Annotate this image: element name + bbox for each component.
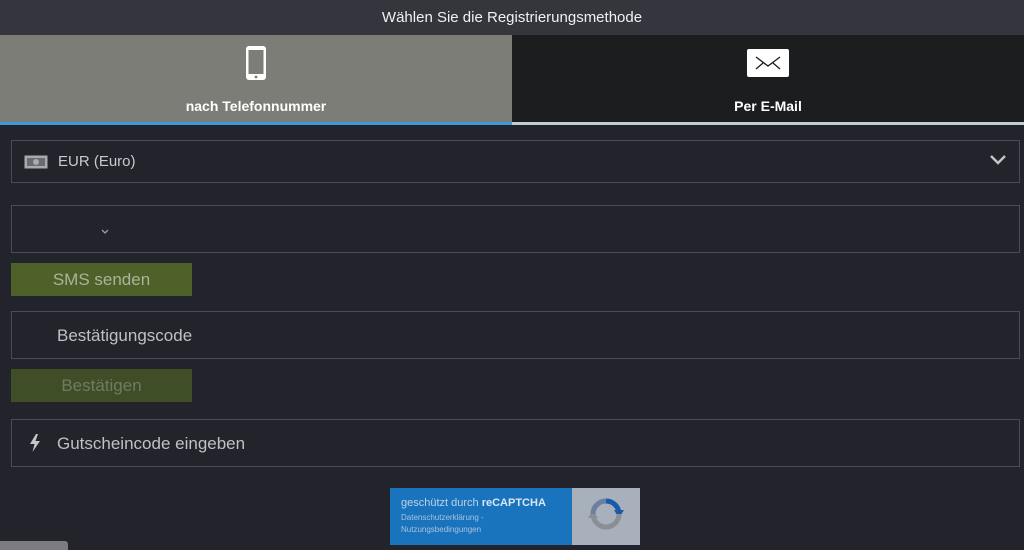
lightning-bolt-icon xyxy=(29,434,41,457)
status-chip xyxy=(0,541,68,550)
country-code-chevron-icon[interactable] xyxy=(100,223,110,241)
recaptcha-terms-link[interactable]: Nutzungsbedingungen xyxy=(401,525,481,534)
coupon-code-field xyxy=(11,419,1020,467)
recaptcha-prefix: geschützt durch xyxy=(401,497,479,509)
tab-email[interactable]: Per E-Mail xyxy=(512,35,1024,125)
recaptcha-link-separator: - xyxy=(478,513,484,522)
phone-number-field xyxy=(11,205,1020,253)
recaptcha-brand: reCAPTCHA xyxy=(481,497,546,509)
send-sms-button[interactable]: SMS senden xyxy=(11,263,192,296)
currency-value: EUR (Euro) xyxy=(58,153,136,170)
verification-code-field xyxy=(11,311,1020,359)
recaptcha-logo-icon xyxy=(588,496,624,537)
currency-select[interactable]: EUR (Euro) xyxy=(11,140,1020,183)
verification-code-input[interactable] xyxy=(57,321,1009,351)
tab-phone-number[interactable]: nach Telefonnummer xyxy=(0,35,512,125)
chevron-down-icon xyxy=(989,153,1007,171)
confirm-button[interactable]: Bestätigen xyxy=(11,369,192,402)
envelope-icon xyxy=(747,45,789,81)
coupon-code-input[interactable] xyxy=(57,429,1009,459)
recaptcha-privacy-link[interactable]: Datenschutzerklärung xyxy=(401,513,479,522)
smartphone-icon xyxy=(245,45,267,81)
tab-email-label: Per E-Mail xyxy=(734,98,802,114)
recaptcha-title: geschützt durch reCAPTCHA xyxy=(401,497,572,509)
recaptcha-logo-panel xyxy=(572,488,640,545)
banknote-icon xyxy=(24,155,48,169)
page-title: Wählen Sie die Registrierungsmethode xyxy=(0,0,1024,35)
phone-number-input[interactable] xyxy=(142,214,1009,244)
tab-phone-number-label: nach Telefonnummer xyxy=(185,98,327,114)
page-title-text: Wählen Sie die Registrierungsmethode xyxy=(381,9,643,26)
recaptcha-text-panel: geschützt durch reCAPTCHA Datenschutzerk… xyxy=(390,488,572,545)
recaptcha-links: Datenschutzerklärung - Nutzungsbedingung… xyxy=(401,512,572,536)
registration-method-tabs: nach Telefonnummer Per E-Mail xyxy=(0,35,1024,125)
recaptcha-badge[interactable]: geschützt durch reCAPTCHA Datenschutzerk… xyxy=(390,488,640,545)
